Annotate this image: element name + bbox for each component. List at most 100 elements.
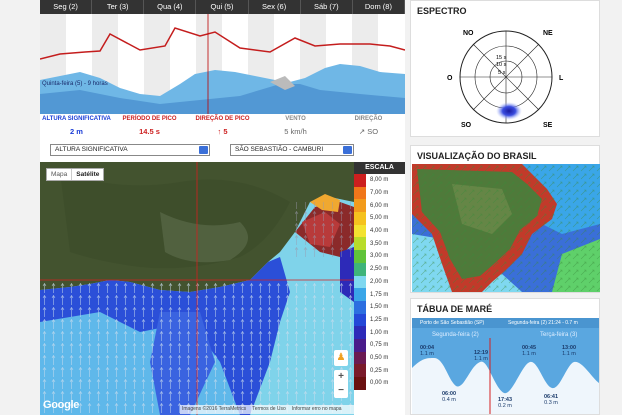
- value-wind-dir: ↗ SO: [358, 127, 379, 136]
- scale-swatch: [354, 351, 366, 365]
- scale-swatch: [354, 212, 366, 225]
- scale-label: 8,00 m: [370, 177, 389, 184]
- legend-period: PERÍODO DE PICO: [122, 116, 177, 122]
- scale-row: 3,00 m: [354, 250, 405, 263]
- map-attribution: Imagens ©2016 TerraMetrics Termos de Uso…: [180, 405, 354, 414]
- value-wind: 5 km/h: [284, 127, 307, 136]
- tide-chart[interactable]: Porto de São Sebastião (SP) Segunda-feir…: [412, 318, 599, 414]
- tide-event: 17:43 0.2 m: [497, 397, 513, 409]
- tide-event: 00:45 1.1 m: [521, 345, 537, 357]
- svg-text:NE: NE: [543, 30, 553, 37]
- value-height: 2 m: [70, 127, 83, 136]
- scale-row: 3,50 m: [354, 237, 405, 251]
- tide-event: 12:19 1.1 m: [473, 350, 489, 362]
- scale-label: 0,25 m: [370, 367, 389, 374]
- scale-title: ESCALA: [354, 162, 405, 174]
- scale-swatch: [354, 377, 366, 390]
- legend-wind-dir: DIREÇÃO: [354, 116, 383, 122]
- report-link[interactable]: Informar erro no mapa: [292, 405, 342, 414]
- brazil-title: VISUALIZAÇÃO DO BRASIL: [417, 151, 537, 161]
- map-panel: ALTURA SIGNIFICATIVA SÃO SEBASTIÃO - CAM…: [40, 140, 405, 415]
- scale-label: 1,50 m: [370, 304, 389, 311]
- scale-swatch: [354, 288, 366, 301]
- tide-event: 06:41 0.3 m: [543, 394, 559, 406]
- chevron-down-icon: [199, 146, 208, 154]
- scale-swatch: [354, 224, 366, 238]
- scale-row: 0,75 m: [354, 338, 405, 352]
- scale-label: 2,00 m: [370, 278, 389, 285]
- scale-label: 3,50 m: [370, 240, 389, 247]
- tide-panel: TÁBUA DE MARÉ Porto de São Sebastião (SP…: [410, 298, 600, 415]
- scale-row: 1,75 m: [354, 288, 405, 301]
- scale-swatch: [354, 338, 366, 352]
- scale-label: 4,00 m: [370, 228, 389, 235]
- scale-swatch: [354, 199, 366, 213]
- scale-swatch: [354, 326, 366, 339]
- tide-event: 06:00 0.4 m: [441, 391, 457, 403]
- street-view-icon[interactable]: ♟: [334, 350, 348, 366]
- svg-text:10 s: 10 s: [496, 62, 507, 68]
- scale-row: 2,00 m: [354, 275, 405, 289]
- color-scale: ESCALA 8,00 m 7,00 m 6,00 m 5,00 m 4,00 m 3,5…: [354, 162, 405, 415]
- scale-label: 6,00 m: [370, 202, 389, 209]
- scale-label: 1,00 m: [370, 329, 389, 336]
- scale-row: 8,00 m: [354, 174, 405, 187]
- day-tab[interactable]: Sáb (7): [300, 0, 353, 14]
- spectrum-energy-blob: [496, 102, 522, 120]
- forecast-panel: Seg (2) Ter (3) Qua (4) Qui (5) Sex (6) …: [40, 0, 405, 140]
- scale-swatch: [354, 275, 366, 289]
- svg-text:5 s: 5 s: [498, 70, 506, 76]
- brazil-map[interactable]: [412, 164, 600, 292]
- svg-text:NO: NO: [463, 30, 474, 37]
- forecast-legend: ALTURA SIGNIFICATIVA PERÍODO DE PICO DIR…: [40, 116, 405, 122]
- day-tab[interactable]: Qua (4): [144, 0, 197, 14]
- wave-map[interactable]: [40, 162, 354, 415]
- tab-map[interactable]: Mapa: [47, 169, 71, 180]
- location-select[interactable]: SÃO SEBASTIÃO - CAMBURI: [230, 144, 354, 156]
- forecast-chart[interactable]: Quinta-feira (5) - 9 horas: [40, 14, 405, 114]
- legend-wind: VENTO: [285, 116, 306, 122]
- scale-label: 0,75 m: [370, 342, 389, 349]
- spectrum-title: ESPECTRO: [417, 6, 467, 16]
- scale-label: 0,00 m: [370, 380, 389, 387]
- day-tab[interactable]: Sex (6): [248, 0, 301, 14]
- zoom-out-button[interactable]: −: [334, 384, 348, 398]
- legend-direction: DIREÇÃO DE PICO: [195, 116, 250, 122]
- brazil-panel: VISUALIZAÇÃO DO BRASIL: [410, 145, 600, 293]
- scale-label: 0,50 m: [370, 354, 389, 361]
- day-tab[interactable]: Qui (5): [196, 0, 249, 14]
- terms-link[interactable]: Termos de Uso: [252, 405, 286, 414]
- scale-row: 5,00 m: [354, 212, 405, 225]
- scale-swatch: [354, 186, 366, 200]
- scale-row: 1,50 m: [354, 300, 405, 314]
- spectrum-panel: ESPECTRO 15 s 10 s 5 s NO NE O L SO SE: [410, 0, 600, 137]
- variable-select[interactable]: ALTURA SIGNIFICATIVA: [50, 144, 210, 156]
- scale-row: 2,50 m: [354, 262, 405, 276]
- scale-row: 1,00 m: [354, 326, 405, 339]
- scale-row: 7,00 m: [354, 186, 405, 200]
- scale-swatch: [354, 364, 366, 377]
- zoom-in-button[interactable]: +: [334, 370, 348, 384]
- scale-swatch: [354, 237, 366, 251]
- zoom-control: + −: [334, 370, 348, 398]
- tab-satellite[interactable]: Satélite: [71, 169, 103, 180]
- scale-swatch: [354, 262, 366, 276]
- wind-arrow-icon: ↗: [358, 127, 366, 136]
- scale-label: 3,00 m: [370, 253, 389, 260]
- scale-label: 1,25 m: [370, 316, 389, 323]
- map-type-toggle: Mapa Satélite: [46, 168, 105, 181]
- scale-swatch: [354, 174, 366, 187]
- scale-row: 0,50 m: [354, 351, 405, 365]
- cursor-label: Quinta-feira (5) - 9 horas: [42, 81, 108, 87]
- day-tab[interactable]: Dom (8): [352, 0, 405, 14]
- day-bar: Seg (2) Ter (3) Qua (4) Qui (5) Sex (6) …: [40, 0, 405, 14]
- tide-event: 00:04 1.1 m: [419, 345, 435, 357]
- tide-title: TÁBUA DE MARÉ: [417, 304, 493, 314]
- svg-text:L: L: [559, 75, 564, 82]
- svg-text:SO: SO: [461, 122, 472, 129]
- day-tab[interactable]: Ter (3): [92, 0, 145, 14]
- tide-event: 13:00 1.1 m: [561, 345, 577, 357]
- scale-row: 0,25 m: [354, 364, 405, 377]
- scale-row: 1,25 m: [354, 313, 405, 327]
- day-tab[interactable]: Seg (2): [40, 0, 93, 14]
